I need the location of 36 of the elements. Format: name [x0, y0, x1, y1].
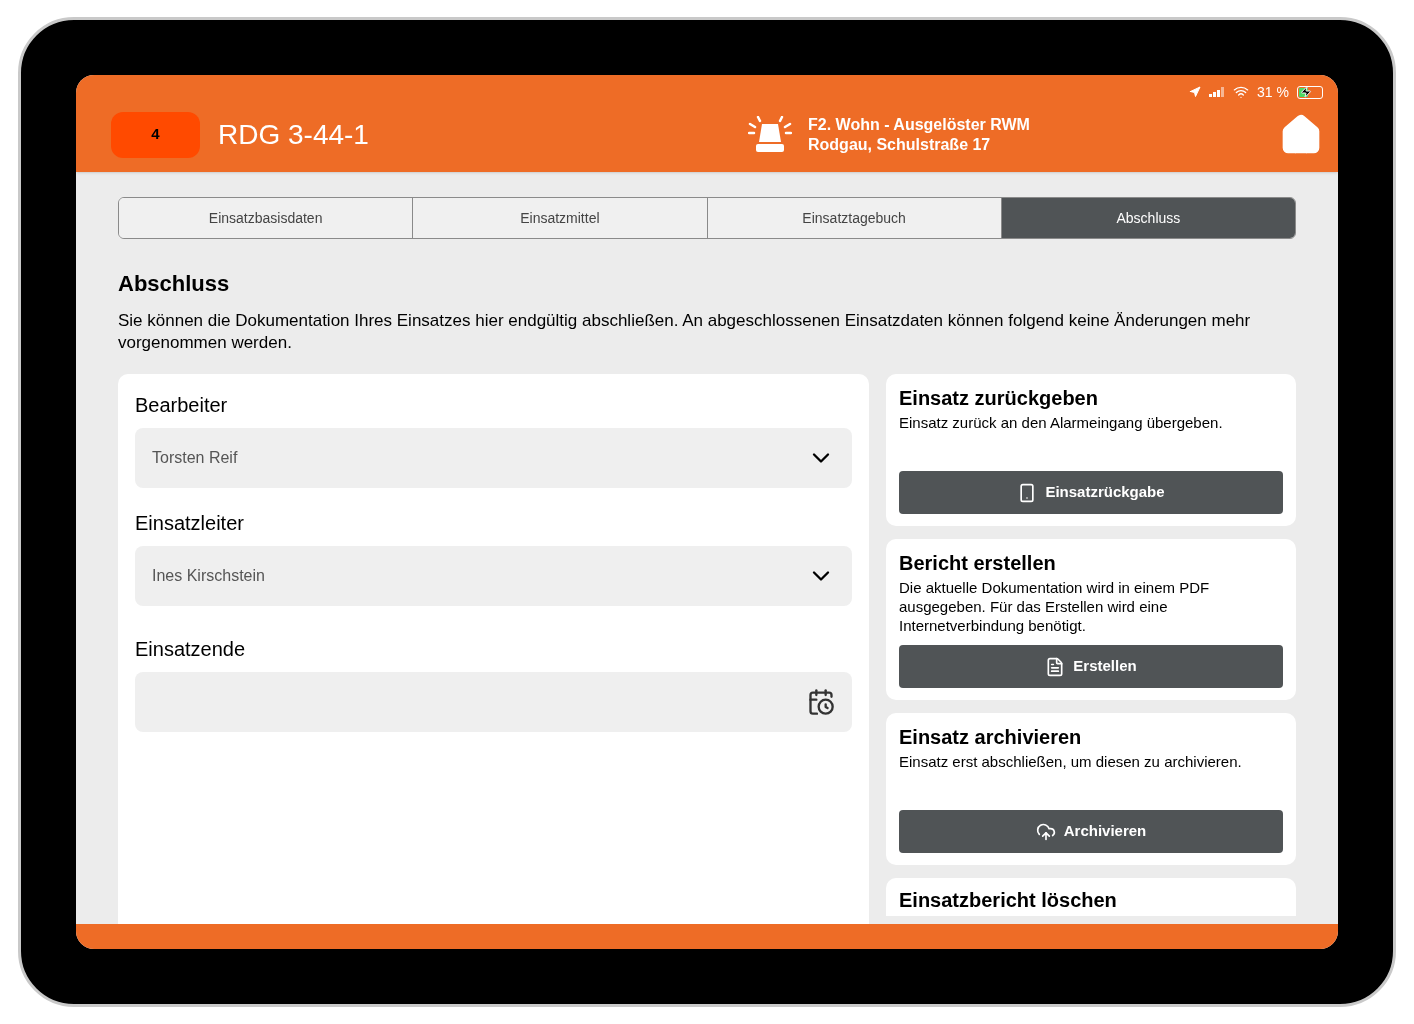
card-title: Einsatzbericht löschen [899, 888, 1118, 912]
dropdown-field[interactable]: Ines Kirschstein [135, 546, 852, 606]
card-title: Einsatz zurückgeben [899, 386, 1099, 410]
field-value: Ines Kirschstein [152, 566, 265, 586]
date-field[interactable] [135, 672, 852, 732]
battery-percentage: 31 % [1257, 82, 1289, 102]
cellular-signal-icon [1209, 87, 1226, 97]
card-title: Einsatz archivieren [899, 725, 1083, 749]
action-button[interactable]: Einsatzrückgabe [899, 471, 1283, 514]
tab[interactable]: Einsatzbasisdaten [119, 198, 413, 238]
action-button[interactable]: Erstellen [899, 645, 1283, 688]
card-text: Einsatz zurück an den Alarmeingang übergeben. [899, 413, 1224, 433]
incident-address: Rodgau, Schulstraße 17 [808, 134, 992, 155]
section-description: Sie können die Dokumentation Ihres Einsatzes hier endgültig abschließen. An abgeschlossenen Einsatzdaten können folgend keine Änderungen mehr vorgenommen werden. [118, 310, 1252, 354]
wifi-icon [1233, 84, 1250, 100]
calendar-clock-icon [807, 688, 835, 716]
section-title: Abschluss [118, 270, 231, 298]
tab[interactable]: Einsatztagebuch [706, 198, 1001, 238]
field-label: Einsatzleiter [135, 511, 245, 536]
card-title: Bericht erstellen [899, 551, 1057, 575]
tab[interactable]: Einsatzmittel [412, 198, 707, 238]
dropdown-field[interactable]: Torsten Reif [135, 428, 852, 488]
card-text: Einsatz erst abschließen, um diesen zu archivieren. [899, 752, 1243, 772]
location-icon [1189, 86, 1202, 98]
vehicle-badge: 4 [111, 111, 200, 158]
field-label: Bearbeiter [135, 393, 229, 418]
action-button[interactable]: Archivieren [899, 810, 1283, 853]
alarm-light-icon [748, 115, 792, 154]
battery-charging-icon [1297, 85, 1323, 99]
card-text: Die aktuelle Dokumentation wird in einem PDF ausgegeben. Für das Erstellen wird eine Internetverbindung benötigt. [899, 578, 1211, 635]
field-label: Einsatzende [135, 637, 247, 662]
tab[interactable]: Abschluss [1000, 198, 1295, 238]
incident-type: F2. Wohn - Ausgelöster RWM [808, 114, 1030, 135]
cloud-upload-icon [1035, 821, 1056, 842]
field-value: Torsten Reif [152, 448, 238, 468]
incident-number: RDG 3-44-1 [218, 117, 370, 152]
